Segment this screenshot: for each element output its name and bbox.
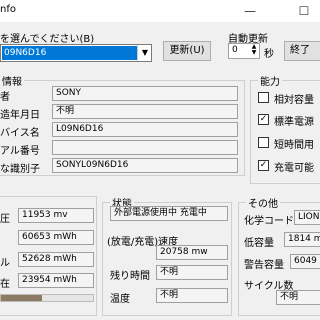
serial-number-field (52, 140, 238, 155)
voltage-label: 圧 (0, 214, 10, 225)
warning-capacity-label: 警告容量 (244, 260, 284, 271)
low-capacity-label: 低容量 (244, 238, 274, 249)
info-group-title: 情報 (0, 73, 24, 88)
manufacture-date-label: 造年月日 (0, 110, 40, 121)
short-term-label: 短時間用 (274, 140, 314, 151)
maximize-button[interactable]: ☐ (290, 0, 318, 22)
refresh-button[interactable]: 更新(U) (163, 41, 211, 61)
warning-capacity-field: 6049 (290, 254, 320, 269)
minimize-icon: — (244, 4, 256, 18)
current-capacity-label: 在 (0, 279, 10, 290)
window-title: nfo (0, 4, 16, 15)
device-combobox[interactable]: 09N6D16 ▼ (0, 44, 152, 62)
chemistry-label: 化学コード (244, 216, 294, 227)
maker-field: SONY (52, 86, 238, 101)
relative-capacity-checkbox[interactable] (258, 92, 269, 103)
manufacture-date-field: 不明 (52, 104, 238, 119)
rate-field: 20758 mw (156, 245, 228, 260)
other-group-title: その他 (246, 195, 280, 210)
device-name-label: バイス名 (0, 128, 40, 139)
current-capacity-field: 23954 mWh (18, 273, 94, 288)
auto-update-value: 0 (232, 45, 238, 55)
charge-progress-fill (1, 295, 43, 301)
spinner-arrows-icon[interactable]: ▲ ▼ (249, 44, 259, 56)
temperature-label: 温度 (110, 294, 130, 305)
maximize-icon: ☐ (298, 4, 310, 18)
capability-group-title: 能力 (258, 73, 282, 88)
remaining-time-label: 残り時間 (110, 271, 150, 282)
full-charge-label: ル (0, 258, 10, 269)
unique-id-field: SONYL09N6D16 (52, 158, 238, 173)
device-select-label: を選んでください(B) (0, 34, 95, 45)
cycle-count-field: 不明 (276, 290, 320, 305)
chargeable-label: 充電可能 (274, 163, 314, 174)
design-capacity-field: 60653 mWh (18, 230, 94, 245)
system-power-checkbox[interactable]: ✓ (258, 114, 269, 125)
chemistry-field: LION (294, 210, 320, 225)
device-combobox-value: 09N6D16 (2, 46, 138, 60)
remaining-time-field: 不明 (156, 265, 228, 280)
unique-id-label: な識別子 (0, 164, 40, 175)
voltage-field: 11953 mv (18, 208, 94, 223)
title-bar (0, 0, 320, 22)
exit-button[interactable]: 終了 (284, 41, 320, 61)
full-charge-field: 52628 mWh (18, 252, 94, 267)
chargeable-checkbox[interactable]: ✓ (258, 160, 269, 171)
short-term-checkbox[interactable] (258, 137, 269, 148)
serial-number-label: アル番号 (0, 146, 40, 157)
charge-progress-bar (0, 294, 94, 302)
device-name-field: L09N6D16 (52, 122, 238, 137)
minimize-button[interactable]: — (236, 0, 264, 22)
maker-label: 者 (0, 92, 10, 103)
temperature-field: 不明 (156, 288, 228, 303)
system-power-label: 標準電源 (274, 117, 314, 128)
chevron-down-icon[interactable]: ▼ (137, 45, 152, 61)
relative-capacity-label: 相対容量 (274, 95, 314, 106)
seconds-unit: 秒 (264, 49, 274, 60)
power-state-field: 外部電源使用中 充電中 (110, 206, 228, 221)
low-capacity-field: 1814 m (284, 232, 320, 247)
